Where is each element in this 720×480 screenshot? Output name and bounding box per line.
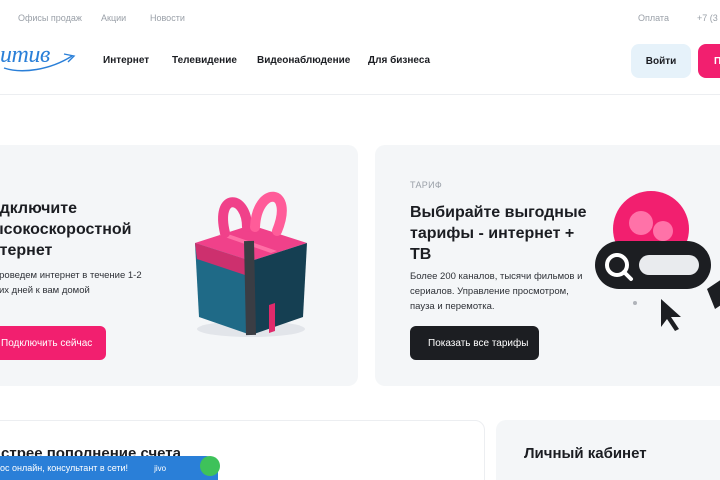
online-status-icon [200, 456, 220, 476]
text-line: Более 200 каналов, тысячи фильмов и [410, 271, 583, 282]
phone-number[interactable]: +7 (3 [697, 13, 718, 23]
text-line: сериалов. Управление просмотром, [410, 286, 569, 297]
link-news[interactable]: Новости [150, 13, 185, 23]
text-line: проведем интернет в течение 1-2 [0, 270, 142, 281]
nav-television[interactable]: Телевидение [172, 55, 237, 66]
promo-card-internet: одключите ысокоскоростной нтернет провед… [0, 145, 358, 386]
search-and-play-icon [595, 191, 720, 331]
title-line: тарифы - интернет + [410, 225, 575, 242]
promo-internet-title: одключите ысокоскоростной нтернет [0, 198, 132, 261]
nav-internet[interactable]: Интернет [103, 55, 149, 66]
link-sales-offices[interactable]: Офисы продаж [18, 13, 82, 23]
connect-button-header[interactable]: П [698, 44, 720, 78]
nav-video-surveillance[interactable]: Видеонаблюдение [257, 55, 350, 66]
personal-account-card: Личный кабинет [496, 420, 720, 480]
personal-account-title: Личный кабинет [524, 445, 647, 462]
link-promotions[interactable]: Акции [101, 13, 126, 23]
tariff-tag: ТАРИФ [410, 180, 443, 190]
nav-for-business[interactable]: Для бизнеса [368, 55, 430, 66]
title-line: ТВ [410, 246, 432, 263]
connect-now-button[interactable]: Подключить сейчас [0, 326, 106, 360]
title-line: Выбирайте выгодные [410, 204, 587, 221]
promo-tariffs-text: Более 200 каналов, тысячи фильмов и сери… [410, 269, 582, 314]
top-utility-bar: Офисы продаж Акции Новости Оплата +7 (3 [0, 0, 720, 36]
main-header: итив Интернет Телевидение Видеонаблюдени… [0, 36, 720, 94]
chat-brand: jivo [154, 463, 167, 473]
chat-label: ос онлайн, консультант в сети! [0, 463, 129, 473]
link-payment[interactable]: Оплата [638, 13, 669, 23]
promo-card-tariffs: ТАРИФ Выбирайте выгодные тарифы - интерн… [375, 145, 720, 386]
logo-swoosh-icon [3, 53, 76, 72]
title-line: ысокоскоростной [0, 221, 132, 238]
header-divider [0, 94, 720, 95]
text-line: пауза и перемотка. [410, 301, 495, 312]
promo-tariffs-title: Выбирайте выгодные тарифы - интернет + Т… [410, 202, 587, 265]
show-all-tariffs-button[interactable]: Показать все тарифы [410, 326, 539, 360]
title-line: одключите [0, 200, 77, 217]
title-line: нтернет [0, 242, 53, 259]
chat-widget[interactable]: ос онлайн, консультант в сети! jivo [0, 456, 218, 480]
promo-internet-text: проведем интернет в течение 1-2 чих дней… [0, 268, 142, 298]
text-line: чих дней к вам домой [0, 285, 90, 296]
gift-box-icon [195, 191, 307, 337]
logo[interactable]: итив [0, 42, 76, 72]
login-button[interactable]: Войти [631, 44, 691, 78]
